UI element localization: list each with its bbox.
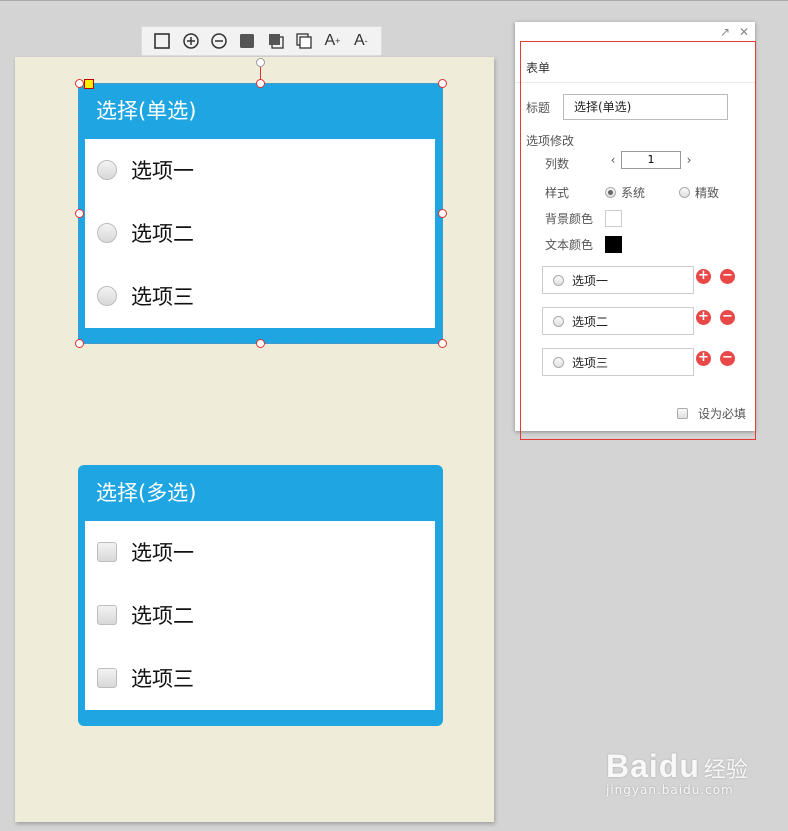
radio-option-label: 选项三 [131,285,194,309]
font-decrease-button[interactable]: A- [350,30,372,52]
window-top-border [0,0,788,1]
add-option-button[interactable]: + [696,269,711,284]
columns-stepper: ‹ 1 › [607,151,695,169]
add-option-button[interactable]: + [696,310,711,325]
font-increase-button[interactable]: A + [321,30,343,52]
checkbox-option-label: 选项一 [131,541,194,565]
resize-handle-top-right[interactable] [438,79,447,88]
radio-option[interactable]: 选项一 [97,155,194,185]
checkbox-card-title: 选择(多选) [96,481,197,505]
chevron-left-icon[interactable]: ‹ [607,153,619,167]
radio-form-card[interactable]: 选择(单选) 选项一 选项二 选项三 [78,83,443,344]
resize-handle-right[interactable] [438,209,447,218]
checkbox-option[interactable]: 选项三 [97,663,194,693]
checkbox-option[interactable]: 选项一 [97,537,194,567]
radio-button-icon [553,356,564,368]
watermark-url: jingyan.baidu.com [606,783,734,797]
form-properties-panel: ↗ ✕ 表单 标题 选择(单选) 选项修改 列数 ‹ 1 › 样式 系统 精致 … [515,22,755,431]
style-option-label: 精致 [695,186,720,200]
checkbox-card-body: 选项一 选项二 选项三 [85,521,435,710]
baidu-watermark: Baidu 经验 jingyan.baidu.com [606,748,748,797]
text-color-label: 文本颜色 [545,238,594,252]
font-increase-label: A [324,32,336,49]
text-color-swatch[interactable] [605,236,622,253]
checkbox-option[interactable]: 选项二 [97,600,194,630]
zoom-out-icon[interactable] [208,30,230,52]
square-outline-icon[interactable] [151,30,173,52]
add-option-button[interactable]: + [696,351,711,366]
option-item-row[interactable]: 选项三 [542,348,694,376]
bg-color-swatch[interactable] [605,210,622,227]
radio-option-label: 选项一 [131,159,194,183]
option-item-row[interactable]: 选项二 [542,307,694,335]
resize-handle-top-left[interactable] [75,79,84,88]
element-toolbar: A + A- [141,26,382,56]
radio-unselected-icon[interactable] [679,187,690,198]
remove-option-button[interactable]: − [720,269,735,284]
send-back-icon[interactable] [293,30,315,52]
resize-handle-top[interactable] [256,79,265,88]
title-label: 标题 [526,101,551,115]
required-checkbox[interactable]: 设为必填 [677,405,746,422]
zoom-in-icon[interactable] [180,30,202,52]
fill-square-icon[interactable] [236,30,258,52]
columns-label: 列数 [545,157,570,171]
radio-button-icon[interactable] [97,286,117,306]
checkbox-icon[interactable] [677,408,688,419]
style-option-label: 系统 [621,186,646,200]
remove-option-button[interactable]: − [720,351,735,366]
radio-option[interactable]: 选项三 [97,281,194,311]
style-label: 样式 [545,186,570,200]
chevron-right-icon[interactable]: › [683,153,695,167]
title-input[interactable]: 选择(单选) [563,94,728,120]
radio-button-icon [553,274,564,286]
watermark-suffix: 经验 [703,758,748,783]
radio-card-body: 选项一 选项二 选项三 [85,139,435,328]
resize-handle-bottom[interactable] [256,339,265,348]
panel-divider [515,82,755,83]
checkbox-icon[interactable] [97,605,117,625]
checkbox-option-label: 选项三 [131,667,194,691]
radio-button-icon[interactable] [97,223,117,243]
checkbox-form-card[interactable]: 选择(多选) 选项一 选项二 选项三 [78,465,443,726]
bg-color-label: 背景颜色 [545,212,594,226]
option-item-label[interactable]: 选项三 [572,354,608,371]
checkbox-option-label: 选项二 [131,604,194,628]
panel-header: 表单 [526,61,551,75]
option-item-row[interactable]: 选项一 [542,266,694,294]
anchor-point[interactable] [84,79,94,89]
checkbox-icon[interactable] [97,542,117,562]
font-decrease-label: A [353,32,365,49]
option-item-label[interactable]: 选项二 [572,313,608,330]
rotate-handle[interactable] [256,58,265,67]
checkbox-icon[interactable] [97,668,117,688]
radio-button-icon [553,315,564,327]
resize-handle-left[interactable] [75,209,84,218]
radio-option-label: 选项二 [131,222,194,246]
style-option-system[interactable]: 系统 [605,184,645,201]
font-increase-sup: + [335,36,341,46]
resize-handle-bottom-right[interactable] [438,339,447,348]
columns-input[interactable]: 1 [621,151,681,169]
option-item-label[interactable]: 选项一 [572,272,608,289]
options-section-label: 选项修改 [526,134,575,148]
radio-button-icon[interactable] [97,160,117,180]
font-decrease-sup: - [364,36,368,46]
resize-handle-bottom-left[interactable] [75,339,84,348]
bring-front-icon[interactable] [265,30,287,52]
expand-icon[interactable]: ↗ [720,25,730,39]
radio-selected-icon[interactable] [605,187,616,198]
radio-option[interactable]: 选项二 [97,218,194,248]
close-icon[interactable]: ✕ [739,25,749,39]
watermark-logo: Baidu [606,748,700,784]
style-option-refined[interactable]: 精致 [679,184,719,201]
remove-option-button[interactable]: − [720,310,735,325]
required-label: 设为必填 [698,407,747,421]
radio-card-title: 选择(单选) [96,99,197,123]
